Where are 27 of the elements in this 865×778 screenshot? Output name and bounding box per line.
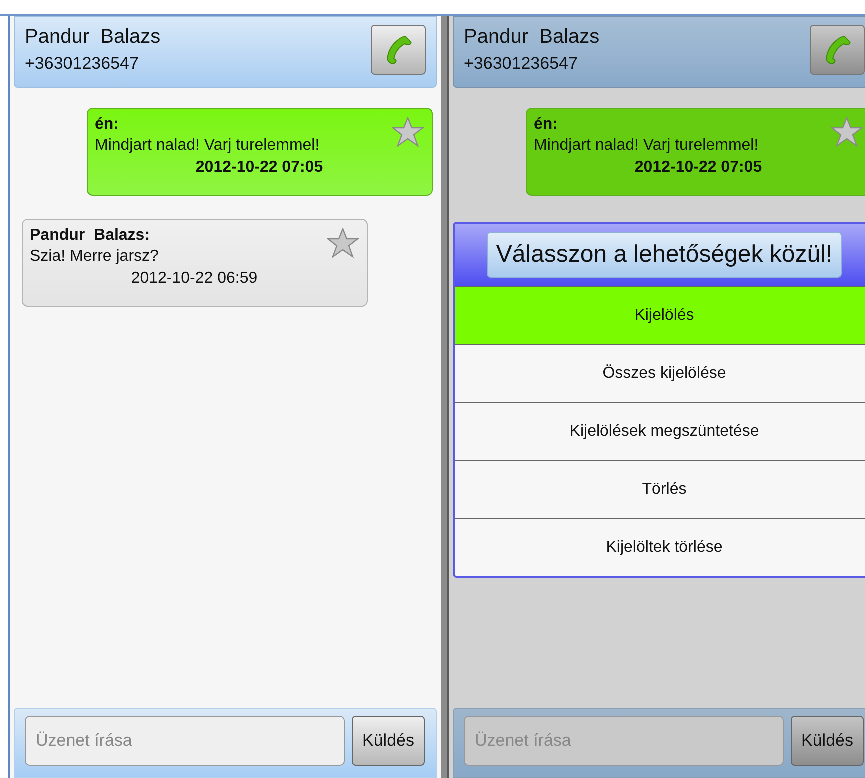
menu-option[interactable]: Kijelölés (455, 286, 865, 344)
phone-icon (824, 35, 850, 65)
message-sender: én: (534, 115, 558, 135)
call-button[interactable] (810, 25, 865, 75)
message-text: Szia! Merre jarsz? (30, 247, 159, 267)
message-time: 2012-10-22 07:05 (196, 158, 324, 178)
phone-icon (386, 35, 412, 65)
message-text: Mindjart nalad! Varj turelemmel! (534, 136, 759, 156)
star-icon[interactable] (392, 117, 424, 147)
send-button[interactable]: Küldés (352, 716, 425, 766)
message-input[interactable]: Üzenet írása (25, 716, 345, 766)
contact-name: Pandur Balazs (464, 25, 600, 49)
message-sender: én: (95, 115, 119, 135)
contact-name: Pandur Balazs (25, 25, 161, 49)
message-time: 2012-10-22 06:59 (131, 269, 258, 289)
message-text: Mindjart nalad! Varj turelemmel! (95, 136, 320, 156)
menu-option[interactable]: Kijelöltek törlése (455, 518, 865, 576)
contact-phone: +36301236547 (464, 53, 579, 75)
star-icon[interactable] (327, 228, 359, 258)
contact-phone: +36301236547 (25, 53, 140, 75)
message-input[interactable]: Üzenet írása (464, 716, 784, 766)
message-sender: Pandur Balazs: (30, 226, 150, 246)
dialog-title: Válasszon a lehetőségek közül! (487, 232, 842, 278)
call-button[interactable] (371, 25, 426, 75)
send-button[interactable]: Küldés (791, 716, 864, 766)
message-time: 2012-10-22 07:05 (634, 158, 762, 178)
star-icon[interactable] (831, 117, 863, 147)
